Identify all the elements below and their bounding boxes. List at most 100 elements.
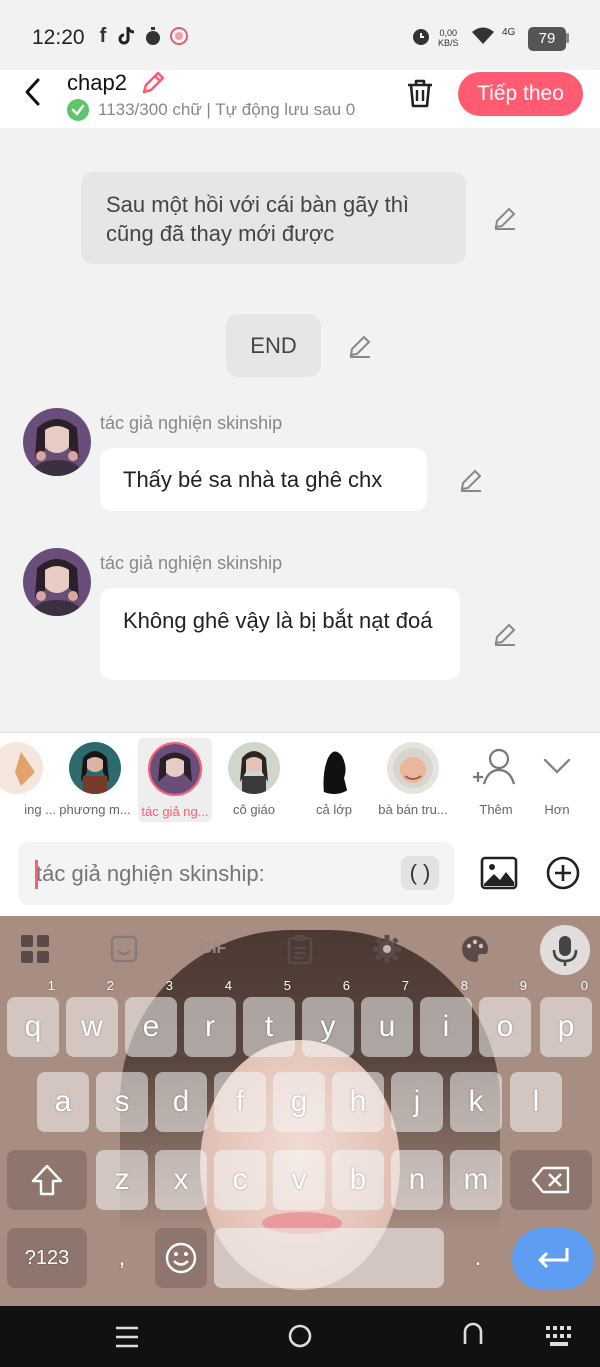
app-notification-icon (168, 24, 190, 48)
key-b[interactable]: b (332, 1150, 384, 1210)
key-p[interactable]: p0 (540, 979, 592, 1057)
key-f[interactable]: f (214, 1072, 266, 1132)
back-arrow-icon (463, 1322, 483, 1344)
character-item[interactable]: ing ... (0, 740, 56, 817)
wifi-icon (470, 24, 496, 48)
next-button[interactable]: Tiếp theo (458, 72, 583, 116)
text-cursor (35, 860, 38, 889)
plus-circle-icon (546, 856, 580, 890)
menu-lines-icon (116, 1326, 138, 1348)
apps-grid-icon[interactable] (17, 931, 53, 967)
emoji-smile-icon (165, 1242, 197, 1274)
narration-bubble[interactable]: Sau một hồi với cái bàn gãy thì cũng đã … (81, 172, 466, 264)
message-input[interactable] (18, 842, 455, 905)
chevron-down-icon (531, 742, 583, 794)
network-speed: 0,00 KB/S (438, 28, 459, 48)
enter-key[interactable] (512, 1228, 594, 1290)
key-u[interactable]: u7 (361, 979, 413, 1057)
image-icon (480, 856, 518, 890)
speaker-name: tác giả nghiện skinship (100, 413, 283, 433)
add-button[interactable] (545, 855, 581, 891)
network-type: 4G (502, 27, 516, 38)
add-user-icon (470, 742, 522, 794)
key-z[interactable]: z (96, 1150, 148, 1210)
symbols-key[interactable]: ?123 (7, 1228, 87, 1288)
delete-button[interactable] (404, 77, 436, 109)
emoji-key[interactable] (155, 1228, 207, 1288)
palette-icon[interactable] (457, 931, 493, 967)
trash-icon (408, 79, 432, 108)
chapter-title[interactable]: chap2 (67, 70, 127, 96)
character-avatar (0, 742, 43, 794)
sticker-icon[interactable] (106, 931, 142, 967)
edit-pencil-icon[interactable] (492, 205, 518, 231)
character-item[interactable]: cô giáo (215, 740, 293, 817)
chevron-left-icon (25, 78, 40, 106)
key-h[interactable]: h (332, 1072, 384, 1132)
status-time: 12:20 (32, 26, 85, 49)
edit-pencil-icon[interactable] (347, 333, 373, 359)
key-y[interactable]: y6 (302, 979, 354, 1057)
key-l[interactable]: l (510, 1072, 562, 1132)
character-item-selected[interactable]: tác giả ng... (136, 740, 214, 819)
key-o[interactable]: o9 (479, 979, 531, 1057)
key-d[interactable]: d (155, 1072, 207, 1132)
key-s[interactable]: s (96, 1072, 148, 1132)
comma-key[interactable]: , (96, 1228, 148, 1288)
message-bubble[interactable]: Thấy bé sa nhà ta ghê chx (100, 448, 427, 511)
key-x[interactable]: x (155, 1150, 207, 1210)
save-status: 1133/300 chữ | Tự động lưu sau 0 (98, 100, 356, 119)
period-key[interactable]: . (452, 1228, 504, 1288)
shift-key[interactable] (7, 1150, 87, 1210)
battery-tip (566, 33, 569, 43)
facebook-icon: f (99, 24, 107, 47)
character-avatar (387, 742, 439, 794)
gif-button[interactable]: GIF (190, 931, 236, 967)
key-k[interactable]: k (450, 1072, 502, 1132)
narration-end-bubble[interactable]: END (226, 314, 321, 377)
clipboard-icon[interactable] (282, 931, 318, 967)
parentheses-button[interactable]: ( ) (401, 856, 439, 890)
keyboard-switch-button[interactable] (544, 1324, 574, 1353)
backspace-key[interactable] (510, 1150, 592, 1210)
message-bubble[interactable]: Không ghê vậy là bị bắt nạt đoá (100, 588, 460, 680)
edit-pencil-icon[interactable] (492, 621, 518, 647)
key-i[interactable]: i8 (420, 979, 472, 1057)
key-n[interactable]: n (391, 1150, 443, 1210)
edit-pencil-icon[interactable] (458, 467, 484, 493)
key-j[interactable]: j (391, 1072, 443, 1132)
character-avatar (69, 742, 121, 794)
avatar[interactable] (23, 408, 91, 476)
key-c[interactable]: c (214, 1150, 266, 1210)
shift-arrow-icon (31, 1164, 63, 1196)
character-item[interactable]: cả lớp (295, 740, 373, 817)
character-item[interactable]: phương m... (56, 740, 134, 817)
character-item[interactable]: bà bán tru... (374, 740, 452, 817)
key-g[interactable]: g (273, 1072, 325, 1132)
home-button[interactable] (286, 1322, 314, 1355)
alarm-icon (410, 24, 432, 48)
voice-input-button[interactable] (540, 925, 590, 975)
character-avatar (228, 742, 280, 794)
space-bar[interactable] (214, 1228, 444, 1288)
settings-gear-icon[interactable] (369, 931, 405, 967)
timer-icon (142, 24, 164, 48)
key-m[interactable]: m (450, 1150, 502, 1210)
character-avatar (148, 742, 202, 796)
back-nav-button[interactable] (458, 1320, 488, 1355)
key-a[interactable]: a (37, 1072, 89, 1132)
back-button[interactable] (18, 74, 50, 110)
key-t[interactable]: t5 (243, 979, 295, 1057)
key-r[interactable]: r4 (184, 979, 236, 1057)
pencil-icon[interactable] (140, 70, 166, 96)
recent-apps-button[interactable] (112, 1324, 142, 1355)
character-avatar (308, 742, 360, 794)
enter-arrow-icon (538, 1248, 569, 1269)
more-characters-button[interactable]: Hơn (518, 740, 596, 817)
image-button[interactable] (480, 854, 518, 892)
key-v[interactable]: v (273, 1150, 325, 1210)
avatar[interactable] (23, 548, 91, 616)
key-e[interactable]: e3 (125, 979, 177, 1057)
key-w[interactable]: w2 (66, 979, 118, 1057)
key-q[interactable]: q1 (7, 979, 59, 1057)
